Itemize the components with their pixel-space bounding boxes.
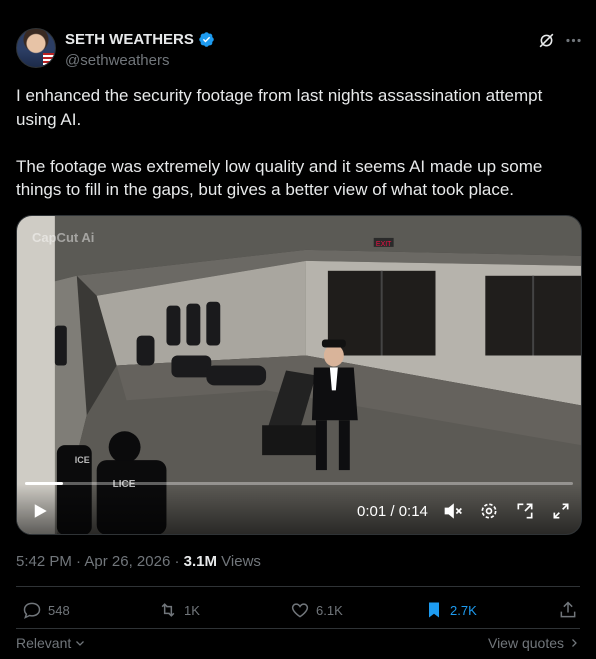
tweet-date[interactable]: Apr 26, 2026 [84, 553, 170, 570]
repost-button[interactable]: 1K [158, 600, 200, 620]
meta-separator: · [76, 553, 82, 570]
reply-button[interactable]: 548 [22, 600, 70, 620]
share-button[interactable] [558, 600, 578, 620]
view-quotes-label: View quotes [487, 635, 564, 651]
tweet-time[interactable]: 5:42 PM [16, 553, 72, 570]
tweet-meta: 5:42 PM · Apr 26, 2026 · 3.1M Views [16, 553, 261, 570]
bookmark-icon [429, 602, 439, 618]
mute-icon[interactable] [443, 501, 463, 521]
play-icon[interactable] [31, 502, 49, 520]
video-controls: 0:01 / 0:14 [17, 484, 581, 534]
divider [16, 586, 580, 587]
reply-icon [23, 602, 41, 619]
fullscreen-icon[interactable] [551, 501, 571, 521]
repost-count: 1K [184, 602, 200, 618]
author-name-row: SETH WEATHERS [65, 31, 215, 48]
video-watermark: CapCut Ai [32, 230, 95, 245]
sort-label: Relevant [16, 635, 72, 651]
video-time: 0:01 / 0:14 [357, 503, 428, 520]
action-bar: 548 1K 6.1K 2.7K [16, 596, 580, 626]
pop-out-icon[interactable] [515, 501, 535, 521]
views-label: Views [221, 553, 261, 570]
share-icon [560, 601, 576, 618]
tweet: SETH WEATHERS @sethweathers I enhanced t… [0, 0, 596, 659]
like-button[interactable]: 6.1K [290, 600, 343, 620]
like-count: 6.1K [316, 602, 343, 618]
author-display-name[interactable]: SETH WEATHERS [65, 31, 194, 48]
divider-2 [16, 628, 580, 629]
more-options-icon[interactable] [564, 31, 583, 50]
verified-badge-icon [199, 32, 214, 47]
reply-count: 548 [48, 602, 70, 618]
grok-icon[interactable] [537, 31, 556, 50]
video-player[interactable]: EXIT ICE CapCut Ai 0:01 / 0:14 [16, 215, 582, 535]
author-handle[interactable]: @sethweathers [65, 52, 169, 69]
views-count: 3.1M [183, 553, 217, 570]
exit-sign: EXIT [376, 241, 392, 248]
view-quotes-link[interactable]: View quotes [488, 635, 580, 651]
settings-gear-icon[interactable] [479, 501, 499, 521]
repost-icon [161, 603, 175, 617]
heart-icon [291, 603, 309, 618]
bookmark-button[interactable]: 2.7K [424, 600, 477, 620]
flag-icon [43, 53, 55, 65]
avatar[interactable] [16, 28, 56, 68]
meta-separator-2: · [174, 553, 180, 570]
agent-vest-label-2: ICE [75, 455, 90, 465]
tweet-text: I enhanced the security footage from las… [16, 86, 543, 199]
bookmark-count: 2.7K [450, 602, 477, 618]
chevron-down-icon [76, 641, 85, 646]
sort-dropdown[interactable]: Relevant [16, 635, 86, 651]
chevron-right-icon [572, 639, 577, 647]
